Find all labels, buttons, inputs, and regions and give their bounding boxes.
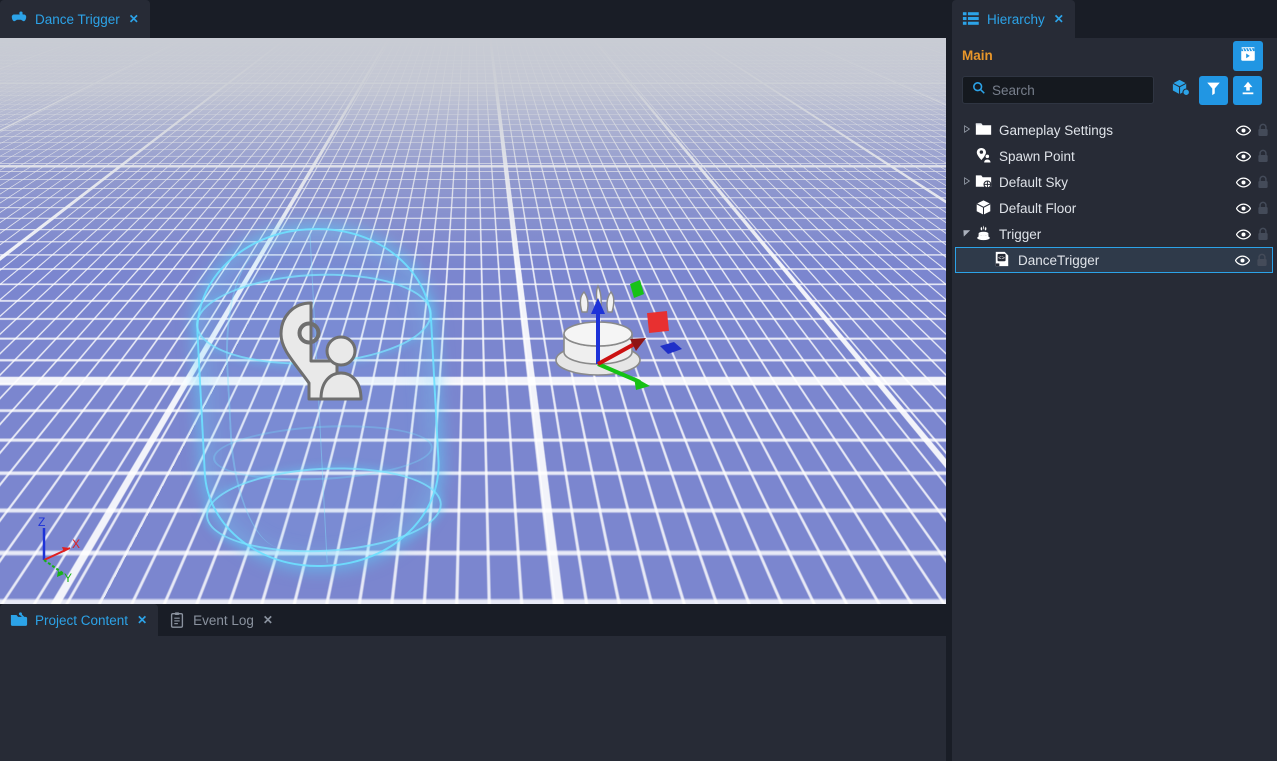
close-icon[interactable]: ✕ (129, 12, 139, 26)
new-object-button[interactable] (1167, 78, 1193, 102)
tab-label: Hierarchy (987, 12, 1045, 27)
upload-arrow-icon (1240, 80, 1256, 101)
game-controller-icon (10, 10, 28, 28)
script-icon: <> (994, 251, 1012, 269)
sky-folder-icon (975, 173, 993, 191)
hierarchy-item-label: Default Sky (999, 175, 1233, 190)
tab-event-log[interactable]: Event Log ✕ (158, 604, 284, 636)
visibility-eye-icon[interactable] (1233, 125, 1253, 136)
visibility-eye-icon[interactable] (1233, 151, 1253, 162)
hierarchy-item-dancetrigger[interactable]: <> DanceTrigger (955, 247, 1273, 273)
hierarchy-item-label: Gameplay Settings (999, 123, 1233, 138)
hierarchy-item-default-floor[interactable]: Default Floor (955, 195, 1273, 221)
lock-icon[interactable] (1253, 175, 1273, 189)
project-content-icon (10, 611, 28, 629)
visibility-eye-icon[interactable] (1233, 203, 1253, 214)
tab-label: Dance Trigger (35, 12, 120, 27)
cube-plus-icon (1171, 78, 1190, 102)
lock-icon[interactable] (1252, 253, 1272, 267)
trigger-icon (975, 225, 993, 243)
editor-window: Dance Trigger ✕ (0, 0, 1277, 761)
tab-project-content[interactable]: Project Content ✕ (0, 604, 158, 636)
preview-button[interactable] (1233, 41, 1263, 71)
project-content-panel: Search Publish Content (0, 636, 946, 761)
tab-hierarchy[interactable]: Hierarchy ✕ (952, 0, 1075, 38)
search-placeholder: Search (992, 83, 1035, 98)
tab-dance-trigger[interactable]: Dance Trigger ✕ (0, 0, 150, 38)
funnel-icon (1206, 81, 1221, 101)
hierarchy-item-gameplay-settings[interactable]: Gameplay Settings (955, 117, 1273, 143)
hierarchy-item-label: Trigger (999, 227, 1233, 242)
hierarchy-list-icon (962, 10, 980, 28)
bottom-tab-bar: Project Content ✕ Event Log ✕ (0, 604, 946, 636)
hierarchy-item-label: Spawn Point (999, 149, 1233, 164)
folder-icon (975, 121, 993, 139)
clipboard-icon (168, 611, 186, 629)
axis-y-label: Y (64, 571, 72, 584)
main-tab-bar: Dance Trigger ✕ (0, 0, 946, 38)
close-icon[interactable]: ✕ (263, 613, 273, 627)
hierarchy-search-input[interactable]: Search (962, 76, 1154, 104)
caret-right-icon[interactable] (963, 177, 973, 187)
caret-right-icon[interactable] (963, 125, 973, 135)
axis-z-label: Z (38, 515, 45, 529)
hierarchy-item-label: Default Floor (999, 201, 1233, 216)
hierarchy-context-label: Main (962, 48, 993, 63)
axis-orientation-gizmo: Z X Y (22, 514, 102, 584)
publish-button[interactable] (1233, 76, 1262, 105)
player-marker-icon (275, 301, 385, 404)
lock-icon[interactable] (1253, 123, 1273, 137)
visibility-eye-icon[interactable] (1233, 177, 1253, 188)
hierarchy-item-trigger[interactable]: Trigger (955, 221, 1273, 247)
close-icon[interactable]: ✕ (137, 613, 147, 627)
tab-label: Project Content (35, 613, 128, 628)
close-icon[interactable]: ✕ (1054, 12, 1064, 26)
caret-down-icon[interactable] (963, 229, 973, 239)
lock-icon[interactable] (1253, 201, 1273, 215)
cube-icon (975, 199, 993, 217)
axis-x-label: X (72, 537, 80, 551)
spawn-point-icon (975, 147, 993, 165)
search-icon (972, 81, 986, 100)
filter-button[interactable] (1199, 76, 1228, 105)
hierarchy-item-spawn-point[interactable]: Spawn Point (955, 143, 1273, 169)
viewport-3d[interactable]: Z X Y (0, 38, 946, 604)
clapperboard-icon (1239, 45, 1257, 68)
lock-icon[interactable] (1253, 227, 1273, 241)
trigger-object-with-gizmo[interactable] (552, 276, 682, 391)
hierarchy-item-default-sky[interactable]: Default Sky (955, 169, 1273, 195)
lock-icon[interactable] (1253, 149, 1273, 163)
hierarchy-tree: Gameplay Settings Spawn Point Default Sky D… (955, 117, 1273, 273)
visibility-eye-icon[interactable] (1233, 229, 1253, 240)
svg-text:<>: <> (998, 255, 1005, 262)
tab-label: Event Log (193, 613, 254, 628)
hierarchy-tab-bar: Hierarchy ✕ (952, 0, 1277, 38)
floor-grid (0, 38, 946, 604)
hierarchy-item-label: DanceTrigger (1018, 253, 1232, 268)
visibility-eye-icon[interactable] (1232, 255, 1252, 266)
